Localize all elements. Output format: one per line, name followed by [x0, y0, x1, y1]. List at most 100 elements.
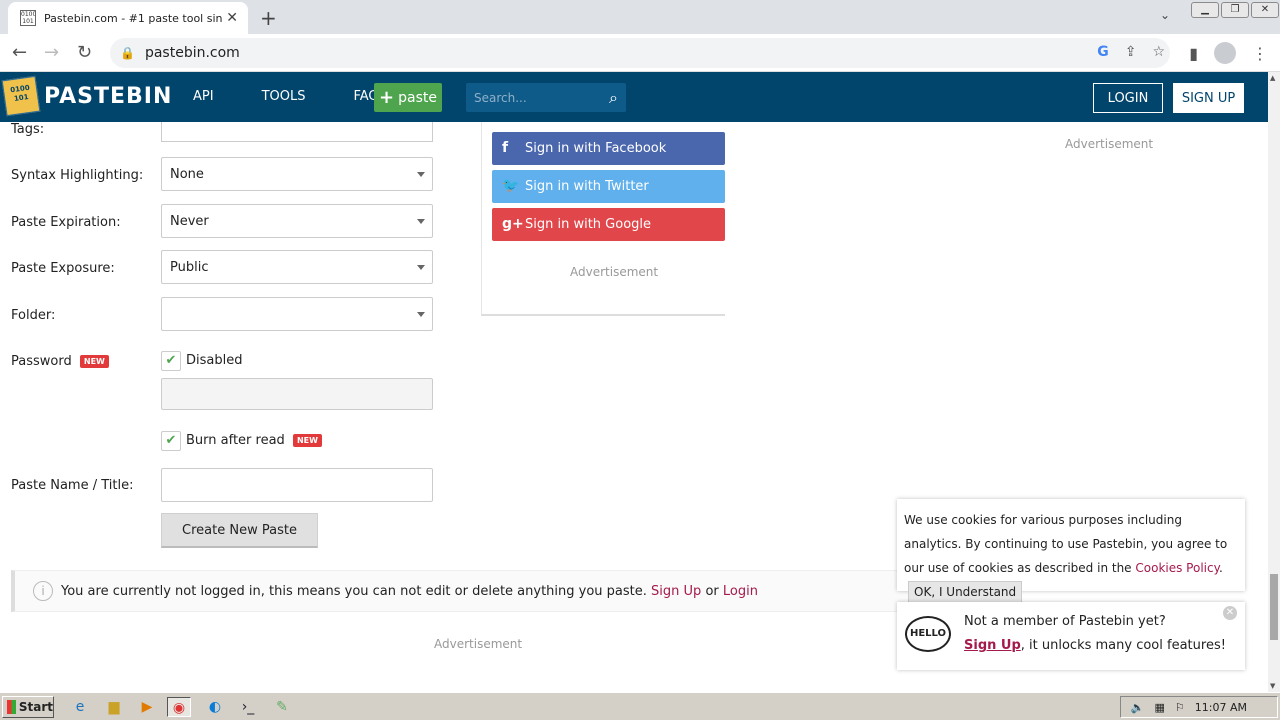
new-badge: NEW [79, 355, 109, 368]
new-badge: NEW [292, 434, 322, 447]
password-checkbox-label: Disabled [186, 353, 243, 368]
syntax-select[interactable]: None [161, 157, 433, 191]
facebook-signin-button[interactable]: f Sign in with Facebook [492, 132, 725, 165]
action-center-flag-icon[interactable]: ⚐ [1175, 701, 1185, 714]
close-window-icon[interactable]: ✕ [1251, 2, 1279, 18]
search-icon[interactable]: ⌕ [609, 88, 618, 108]
google-icon[interactable]: G [1097, 44, 1109, 60]
password-label-text: Password [11, 354, 72, 369]
profile-avatar[interactable] [1214, 42, 1236, 64]
notice-text: You are currently not logged in, this me… [61, 583, 647, 599]
side-panel-icon[interactable]: ▮ [1189, 44, 1198, 63]
burn-after-read-checkbox[interactable]: ✔ [161, 431, 181, 451]
network-icon[interactable]: ▦ [1155, 701, 1165, 714]
menu-kebab-icon[interactable]: ⋮ [1252, 44, 1268, 63]
cookie-ok-button[interactable]: OK, I Understand [908, 581, 1023, 603]
advertisement-label: Advertisement [434, 637, 523, 651]
back-icon[interactable]: ← [12, 42, 27, 63]
search-input[interactable] [466, 83, 596, 113]
not-logged-in-notice: i You are currently not logged in, this … [11, 570, 911, 612]
bookmark-star-icon[interactable]: ☆ [1152, 44, 1165, 60]
exposure-label: Paste Exposure: [11, 261, 115, 276]
site-logo-text[interactable]: PASTEBIN [44, 84, 172, 109]
windows-flag-icon [7, 700, 16, 714]
notice-login-link[interactable]: Login [723, 584, 758, 599]
new-tab-icon[interactable]: + [260, 6, 277, 30]
signup-promo-popup: HELLO Not a member of Pastebin yet? Sign… [897, 602, 1245, 670]
window-controls: ▁ ❐ ✕ [1190, 0, 1280, 22]
caret-down-icon [417, 172, 425, 177]
password-checkbox[interactable]: ✔ [161, 351, 181, 371]
advertisement-label: Advertisement [570, 265, 659, 279]
promo-line2: Sign Up, it unlocks many cool features! [964, 638, 1226, 653]
info-icon: i [33, 581, 53, 601]
hello-bubble-icon: HELLO [905, 616, 951, 652]
tags-label: Tags: [11, 122, 45, 137]
media-player-icon[interactable]: ▶ [135, 697, 159, 717]
tab-close-icon[interactable]: ✕ [226, 10, 238, 26]
windows-taskbar: Start e ▆ ▶ ◉ ◐ ›_ ✎ 🔈 ▦ ⚐ 11:07 AM [0, 692, 1280, 720]
burn-after-read-label: Burn after read NEW [186, 433, 322, 448]
caret-down-icon [417, 265, 425, 270]
notice-signup-link[interactable]: Sign Up [651, 584, 701, 599]
notepad-icon[interactable]: ✎ [270, 697, 294, 717]
minimize-icon[interactable]: ▁ [1191, 2, 1219, 18]
paste-title-input[interactable] [161, 468, 433, 502]
tab-title: Pastebin.com - #1 paste tool since 2 [44, 11, 222, 25]
caret-down-icon [417, 312, 425, 317]
promo-line1: Not a member of Pastebin yet? [964, 614, 1166, 629]
volume-icon[interactable]: 🔈 [1131, 701, 1145, 714]
nav-tools[interactable]: TOOLS [262, 89, 306, 104]
exposure-select[interactable]: Public [161, 250, 433, 284]
browser-tab[interactable]: 0100 101 Pastebin.com - #1 paste tool sin… [8, 2, 248, 34]
google-signin-label: Sign in with Google [525, 217, 652, 232]
edge-icon[interactable]: ◐ [203, 697, 227, 717]
chrome-icon[interactable]: ◉ [167, 697, 191, 717]
promo-signup-link[interactable]: Sign Up [964, 638, 1021, 653]
scrollbar-thumb[interactable] [1270, 574, 1278, 640]
tags-input[interactable] [161, 122, 433, 142]
site-header: 0100101 PASTEBIN API TOOLS FAQ + paste ⌕… [0, 72, 1268, 122]
folder-select[interactable] [161, 297, 433, 331]
burn-label-text: Burn after read [186, 433, 285, 448]
lock-icon[interactable]: 🔒 [120, 46, 135, 60]
address-url: pastebin.com [144, 45, 240, 61]
forward-icon[interactable]: → [44, 42, 59, 63]
explorer-folder-icon[interactable]: ▆ [102, 697, 126, 717]
cookie-banner: We use cookies for various purposes incl… [897, 499, 1245, 603]
start-button[interactable]: Start [2, 696, 54, 718]
scroll-up-icon[interactable]: ▲ [1270, 74, 1275, 82]
paste-title-label: Paste Name / Title: [11, 478, 134, 493]
start-label: Start [18, 700, 53, 714]
plus-icon: + [379, 87, 395, 108]
restore-icon[interactable]: ❐ [1221, 2, 1249, 18]
page-scrollbar[interactable]: ▲ ▼ [1268, 72, 1280, 692]
syntax-value: None [170, 167, 204, 182]
address-bar[interactable]: 🔒 pastebin.com [110, 38, 1170, 68]
pastebin-logo-icon[interactable]: 0100 101 [1, 75, 41, 117]
login-button[interactable]: LOGIN [1093, 83, 1163, 113]
create-new-paste-button[interactable]: Create New Paste [161, 513, 318, 548]
cookies-policy-link[interactable]: Cookies Policy [1135, 561, 1219, 575]
scroll-down-icon[interactable]: ▼ [1270, 682, 1275, 690]
reload-icon[interactable]: ↻ [77, 42, 92, 63]
clock[interactable]: 11:07 AM [1195, 701, 1247, 714]
password-input[interactable] [161, 378, 433, 410]
tab-search-chevron-icon[interactable]: ⌄ [1160, 8, 1170, 22]
google-plus-icon: g+ [502, 216, 524, 232]
powershell-icon[interactable]: ›_ [236, 697, 260, 717]
new-paste-button[interactable]: + paste [374, 83, 442, 112]
close-icon[interactable]: ✕ [1223, 606, 1237, 620]
google-signin-button[interactable]: g+ Sign in with Google [492, 208, 725, 241]
notice-or: or [705, 583, 719, 599]
system-tray: 🔈 ▦ ⚐ 11:07 AM [1120, 696, 1278, 718]
twitter-signin-button[interactable]: 🐦 Sign in with Twitter [492, 170, 725, 203]
folder-label: Folder: [11, 308, 56, 323]
expiration-value: Never [170, 214, 209, 229]
signup-button[interactable]: SIGN UP [1173, 83, 1244, 113]
password-label: Password NEW [11, 354, 109, 369]
expiration-select[interactable]: Never [161, 204, 433, 238]
share-icon[interactable]: ⇪ [1125, 44, 1137, 60]
ie-icon[interactable]: e [68, 697, 92, 717]
nav-api[interactable]: API [193, 89, 214, 104]
